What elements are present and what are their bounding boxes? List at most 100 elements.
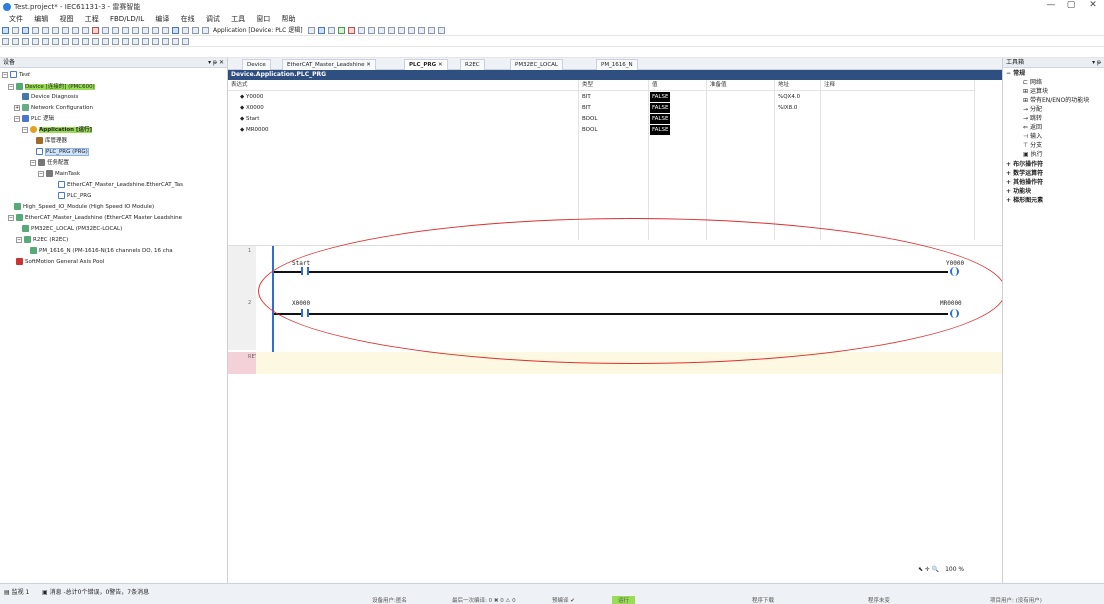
tool-network[interactable]: ⊏ 网络 bbox=[1023, 78, 1042, 87]
tree-item-pm32ec[interactable]: PM32EC_LOCAL (PM32EC-LOCAL) bbox=[22, 224, 122, 234]
open-icon[interactable] bbox=[12, 27, 19, 34]
active-application-label[interactable]: Application [Device: PLC 逻辑] bbox=[213, 25, 303, 35]
tree-item-ethercat-master[interactable]: − EtherCAT_Master_Leadshine (EtherCAT Mas… bbox=[8, 213, 182, 223]
tab-watch[interactable]: ▤ 监视 1 bbox=[4, 587, 29, 596]
reset-icon[interactable] bbox=[357, 27, 365, 34]
menu-project[interactable]: 工程 bbox=[85, 14, 99, 25]
tree-item-library[interactable]: 库管理器 bbox=[36, 136, 67, 146]
tree-item-ethercat-task[interactable]: EtherCAT_Master_Leadshine.EtherCAT_Tas bbox=[58, 180, 183, 190]
tree-item-root[interactable]: − Test bbox=[2, 70, 224, 80]
insert-reset-coil-icon[interactable] bbox=[102, 38, 109, 45]
write-values-icon[interactable] bbox=[417, 27, 425, 34]
step-over-icon[interactable] bbox=[377, 27, 385, 34]
insert-input-icon[interactable] bbox=[162, 38, 169, 45]
insert-set-coil-icon[interactable] bbox=[92, 38, 99, 45]
insert-rising-edge-icon[interactable] bbox=[62, 38, 69, 45]
unforce-icon[interactable] bbox=[437, 27, 445, 34]
step-into-icon[interactable] bbox=[387, 27, 395, 34]
menu-help[interactable]: 帮助 bbox=[282, 14, 296, 25]
category-boolean[interactable]: + 布尔操作符 bbox=[1006, 160, 1043, 169]
tree-item-diagnosis[interactable]: Device Diagnosis bbox=[22, 92, 78, 102]
stop-icon[interactable] bbox=[347, 27, 355, 34]
insert-assignment-icon[interactable] bbox=[132, 38, 139, 45]
bookmark-icon[interactable] bbox=[122, 27, 129, 34]
bookmark-next-icon[interactable] bbox=[132, 27, 139, 34]
tree-item-r2ec[interactable]: − R2EC (R2EC) bbox=[16, 235, 68, 245]
delete-icon[interactable] bbox=[92, 27, 99, 34]
collapse-icon[interactable]: − bbox=[8, 83, 14, 90]
insert-execute-icon[interactable] bbox=[182, 38, 189, 45]
tree-item-pm1616[interactable]: PM_1616_N (PM-1616-N(16 channels DO, 16 … bbox=[30, 246, 173, 256]
insert-branch-icon[interactable] bbox=[172, 38, 179, 45]
breakpoint-icon[interactable] bbox=[367, 27, 375, 34]
run-icon[interactable] bbox=[337, 27, 345, 34]
tree-item-hs-io[interactable]: High_Speed_IO_Module (High Speed IO Modu… bbox=[14, 202, 154, 212]
insert-contact-icon[interactable] bbox=[22, 38, 29, 45]
category-common[interactable]: − 常规 bbox=[1006, 69, 1025, 78]
tool-box-en[interactable]: ⊞ 带有EN/ENO的功能块 bbox=[1023, 96, 1089, 105]
insert-network-below-icon[interactable] bbox=[12, 38, 19, 45]
category-ladder-elements[interactable]: + 梯形图元素 bbox=[1006, 196, 1043, 205]
close-icon[interactable]: ✕ bbox=[366, 62, 371, 68]
close-button[interactable]: ✕ bbox=[1086, 0, 1100, 10]
print-icon[interactable] bbox=[32, 27, 39, 34]
insert-box-en-icon[interactable] bbox=[122, 38, 129, 45]
panel-pin-close-icon[interactable]: ▾ ᵽ ✕ bbox=[208, 58, 224, 68]
force-values-icon[interactable] bbox=[427, 27, 435, 34]
tree-item-task-config[interactable]: − 任务配置 bbox=[30, 158, 69, 168]
menu-online[interactable]: 在线 bbox=[181, 14, 195, 25]
tab-r2ec[interactable]: R2EC bbox=[460, 59, 485, 70]
maximize-button[interactable]: ▢ bbox=[1064, 0, 1078, 10]
insert-falling-edge-icon[interactable] bbox=[72, 38, 79, 45]
tool-return[interactable]: ⇐ 返回 bbox=[1023, 123, 1042, 132]
paste-icon[interactable] bbox=[82, 27, 89, 34]
var-row-name[interactable]: ◆ MR0000 bbox=[240, 125, 269, 135]
expand-icon[interactable]: + bbox=[14, 104, 20, 111]
tab-device[interactable]: Device bbox=[242, 59, 271, 70]
tab-messages[interactable]: ▣ 消息 -总计0个错误，0警告，7条消息 bbox=[42, 587, 149, 596]
tool-branch[interactable]: ⊤ 分支 bbox=[1023, 141, 1042, 150]
zoom-level[interactable]: 100 % bbox=[945, 566, 964, 573]
collapse-icon[interactable]: − bbox=[2, 71, 8, 78]
insert-coil-icon[interactable] bbox=[82, 38, 89, 45]
tool-input[interactable]: ⊣ 输入 bbox=[1023, 132, 1042, 141]
build-icon[interactable] bbox=[172, 27, 179, 34]
bookmark-clear-icon[interactable] bbox=[152, 27, 159, 34]
replace-icon[interactable] bbox=[112, 27, 119, 34]
redo-icon[interactable] bbox=[52, 27, 59, 34]
insert-box-icon[interactable] bbox=[112, 38, 119, 45]
collapse-icon[interactable]: − bbox=[38, 170, 44, 177]
category-function-blocks[interactable]: + 功能块 bbox=[1006, 187, 1031, 196]
run-to-cursor-icon[interactable] bbox=[407, 27, 415, 34]
menu-view[interactable]: 视图 bbox=[59, 14, 73, 25]
tree-item-softmotion[interactable]: SoftMotion General Axis Pool bbox=[16, 257, 104, 267]
minimize-button[interactable]: — bbox=[1044, 0, 1058, 10]
menu-file[interactable]: 文件 bbox=[9, 14, 23, 25]
tree-item-application[interactable]: − Application [运行] bbox=[22, 125, 93, 135]
insert-return-icon[interactable] bbox=[152, 38, 159, 45]
category-math[interactable]: + 数学运算符 bbox=[1006, 169, 1043, 178]
insert-parallel-negated-icon[interactable] bbox=[52, 38, 59, 45]
tree-item-network[interactable]: + Network Configuration bbox=[14, 103, 93, 113]
copy-icon[interactable] bbox=[72, 27, 79, 34]
tree-item-plc-prg-call[interactable]: PLC_PRG bbox=[58, 191, 91, 201]
tool-box[interactable]: ⊞ 运算块 bbox=[1023, 87, 1048, 96]
menu-build[interactable]: 编译 bbox=[155, 14, 169, 25]
menu-debug[interactable]: 调试 bbox=[206, 14, 220, 25]
var-row-name[interactable]: ◆ Y0000 bbox=[240, 92, 263, 102]
collapse-icon[interactable]: − bbox=[8, 214, 14, 221]
tree-item-main-task[interactable]: − MainTask bbox=[38, 169, 80, 179]
menu-window[interactable]: 窗口 bbox=[256, 14, 270, 25]
tree-item-device[interactable]: − Device [连接的] (PMC600) bbox=[8, 82, 95, 92]
generate-icon[interactable] bbox=[202, 27, 209, 34]
ladder-area[interactable]: 1 2 RET Start Y0000 X0000 MR0000 ⬉ ✛ 🔍 1… bbox=[228, 218, 1006, 573]
new-icon[interactable] bbox=[2, 27, 9, 34]
tree-item-plc-prg[interactable]: PLC_PRG (PRG) bbox=[36, 147, 89, 157]
close-icon[interactable]: ✕ bbox=[438, 62, 443, 68]
bookmark-list-icon[interactable] bbox=[162, 27, 169, 34]
collapse-icon[interactable]: − bbox=[16, 236, 22, 243]
logout-icon[interactable] bbox=[327, 27, 335, 34]
menu-edit[interactable]: 编辑 bbox=[34, 14, 48, 25]
clean-icon[interactable] bbox=[192, 27, 199, 34]
undo-icon[interactable] bbox=[42, 27, 49, 34]
